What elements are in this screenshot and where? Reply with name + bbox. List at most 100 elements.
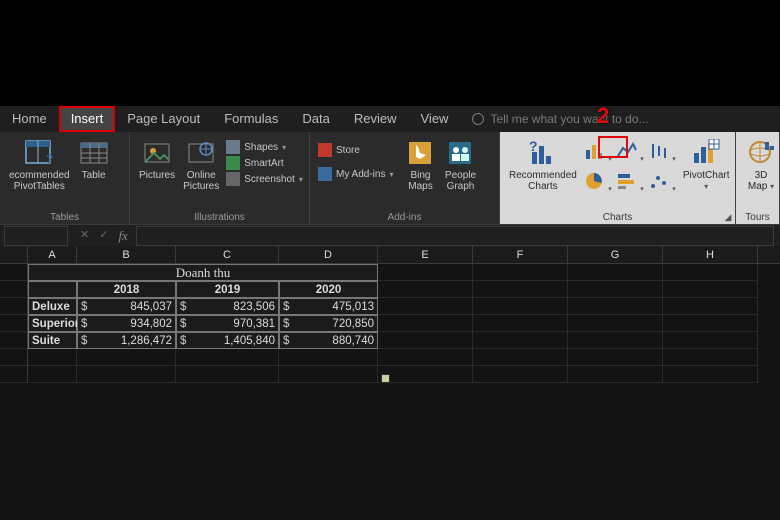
online-pictures-button[interactable]: OnlinePictures [180,136,222,194]
bar-chart-button[interactable]: ▾ [614,170,640,192]
3d-map-button[interactable]: 3DMap ▾ [742,136,780,194]
cell-value[interactable]: $720,850 [279,315,378,332]
store-button[interactable]: Store [316,142,395,158]
cell-value[interactable]: $970,381 [176,315,279,332]
cell[interactable] [378,298,473,315]
cell[interactable] [473,281,568,298]
paste-options-icon[interactable] [381,374,390,383]
cell[interactable] [176,366,279,383]
col-header-A[interactable]: A [28,246,77,263]
cell-value[interactable]: $1,405,840 [176,332,279,349]
col-header-F[interactable]: F [473,246,568,263]
row-header[interactable] [0,349,28,366]
cell[interactable] [28,281,77,298]
cell[interactable] [473,332,568,349]
cell[interactable] [378,281,473,298]
cell[interactable] [568,332,663,349]
select-all-corner[interactable] [0,246,28,263]
cell-value[interactable]: $934,802 [77,315,176,332]
cell[interactable] [568,349,663,366]
cell[interactable]: 2018 [77,281,176,298]
tab-review[interactable]: Review [342,106,409,132]
tab-formulas[interactable]: Formulas [212,106,290,132]
formula-bar[interactable] [136,226,774,246]
tab-page-layout[interactable]: Page Layout [115,106,212,132]
cell[interactable] [568,298,663,315]
shapes-button[interactable]: Shapes▾ [224,139,305,155]
pie-chart-button[interactable]: ▾ [582,170,608,192]
cell[interactable] [378,366,473,383]
cell[interactable] [473,315,568,332]
cell[interactable] [663,366,758,383]
col-header-C[interactable]: C [176,246,279,263]
cell[interactable] [473,298,568,315]
cell-value[interactable]: $1,286,472 [77,332,176,349]
tell-me-search[interactable]: Tell me what you want to do... [460,106,780,132]
cell[interactable] [473,366,568,383]
people-graph-button[interactable]: PeopleGraph [441,136,479,194]
stock-chart-button[interactable]: ▾ [646,140,672,162]
smartart-button[interactable]: SmartArt [224,155,305,171]
cell-series-name[interactable]: Suite [28,332,77,349]
col-header-H[interactable]: H [663,246,758,263]
cell[interactable] [378,315,473,332]
pictures-button[interactable]: Pictures [136,136,178,183]
row-header[interactable] [0,264,28,281]
cell[interactable] [77,349,176,366]
cell[interactable] [28,349,77,366]
cell[interactable] [279,366,378,383]
cell-value[interactable]: $475,013 [279,298,378,315]
charts-dialog-launcher[interactable]: ◢ [723,212,733,222]
cell[interactable] [663,264,758,281]
tab-home[interactable]: Home [0,106,59,132]
pivotchart-button[interactable]: PivotChart▾ [680,136,733,194]
screenshot-button[interactable]: Screenshot▾ [224,171,305,187]
row-header[interactable] [0,298,28,315]
cell[interactable] [473,264,568,281]
fx-icon[interactable]: fx [118,228,127,244]
cell[interactable] [663,281,758,298]
row-header[interactable] [0,281,28,298]
tab-insert[interactable]: Insert [59,106,116,132]
table-button[interactable]: Table [75,136,113,183]
cell[interactable] [568,366,663,383]
recommended-pivottables-button[interactable]: ? ecommendedPivotTables [6,136,73,194]
recommended-charts-button[interactable]: ? RecommendedCharts [506,136,580,194]
cell-value[interactable]: $880,740 [279,332,378,349]
cell-title[interactable]: Doanh thu [28,264,378,281]
cancel-icon[interactable]: ✕ [80,228,89,244]
tab-view[interactable]: View [409,106,461,132]
row-header[interactable] [0,332,28,349]
worksheet[interactable]: A B C D E F G H Doanh thu 2018 2019 2020 [0,246,780,520]
cell[interactable] [568,264,663,281]
cell[interactable]: 2019 [176,281,279,298]
cell[interactable] [568,281,663,298]
cell[interactable] [28,366,77,383]
cell-series-name[interactable]: Deluxe [28,298,77,315]
cell[interactable] [663,332,758,349]
tab-data[interactable]: Data [290,106,341,132]
cell[interactable] [568,315,663,332]
cell-value[interactable]: $823,506 [176,298,279,315]
cell[interactable] [378,349,473,366]
row-header[interactable] [0,366,28,383]
cell[interactable]: 2020 [279,281,378,298]
cell[interactable] [378,264,473,281]
col-header-B[interactable]: B [77,246,176,263]
col-header-G[interactable]: G [568,246,663,263]
cell[interactable] [378,332,473,349]
bing-maps-button[interactable]: BingMaps [401,136,439,194]
cell[interactable] [663,349,758,366]
row-header[interactable] [0,315,28,332]
cell[interactable] [473,349,568,366]
col-header-E[interactable]: E [378,246,473,263]
scatter-chart-button[interactable]: ▾ [646,170,672,192]
cell[interactable] [663,315,758,332]
my-addins-button[interactable]: My Add-ins▾ [316,166,395,182]
enter-icon[interactable]: ✓ [99,228,108,244]
cell[interactable] [279,349,378,366]
name-box[interactable] [4,226,68,246]
col-header-D[interactable]: D [279,246,378,263]
cell-series-name[interactable]: Superior [28,315,77,332]
cell[interactable] [663,298,758,315]
